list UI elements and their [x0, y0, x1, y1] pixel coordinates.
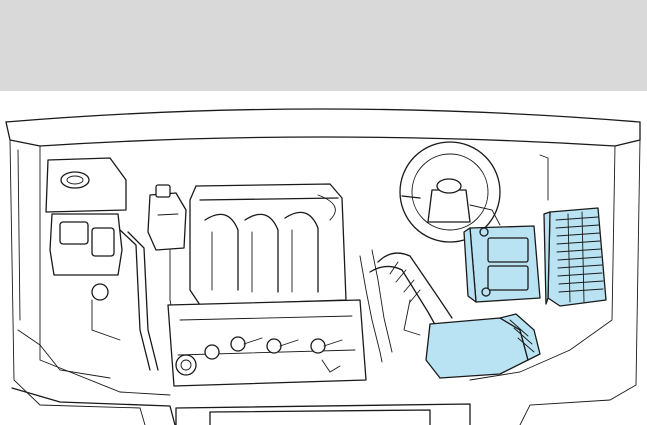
reservoir-left-icon	[45, 157, 159, 371]
fuse-box-icon	[543, 207, 607, 307]
battery-box-icon	[463, 225, 541, 303]
header-banner	[0, 0, 647, 91]
intake-manifold-icon	[189, 183, 347, 306]
engine-block-icon	[167, 299, 367, 387]
air-filter-housing-icon	[425, 313, 541, 379]
engine-compartment-diagram	[0, 91, 647, 425]
